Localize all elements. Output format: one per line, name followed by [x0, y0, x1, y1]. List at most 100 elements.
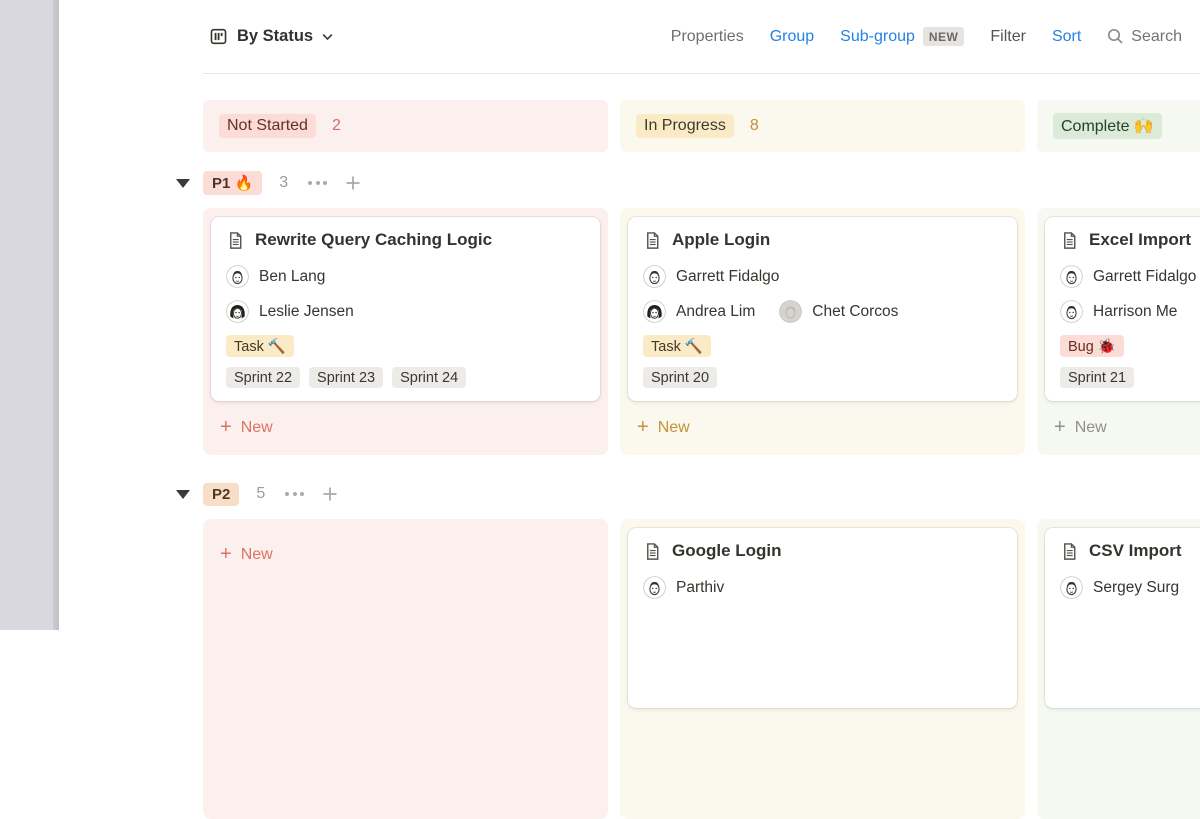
section-p2-complete: CSV Import Sergey Surg [1037, 519, 1200, 819]
filter-button[interactable]: Filter [990, 28, 1026, 46]
assignee-row: Sergey Surg [1060, 576, 1200, 599]
view-title: By Status [237, 27, 313, 46]
status-pill-complete: Complete 🙌 [1053, 113, 1162, 139]
group-p1-sections: Rewrite Query Caching Logic Ben Lang Les… [203, 208, 1200, 455]
section-p2-not-started: + New [203, 519, 608, 819]
board-view-icon [209, 27, 228, 46]
card-apple-login[interactable]: Apple Login Garrett Fidalgo Andrea Lim C… [628, 217, 1017, 401]
collapse-toggle-icon[interactable] [176, 490, 190, 499]
type-tag: Task 🔨 [226, 335, 294, 357]
sprint-tag: Sprint 21 [1060, 367, 1134, 388]
person-name: Sergey Surg [1093, 579, 1179, 597]
page-icon [226, 231, 245, 250]
assignee-row: Andrea Lim Chet Corcos [643, 300, 1002, 323]
person-name: Garrett Fidalgo [676, 268, 779, 286]
search-button[interactable]: Search [1107, 28, 1182, 46]
page-icon [1060, 542, 1079, 561]
person-name: Chet Corcos [812, 303, 898, 321]
chevron-down-icon [322, 33, 333, 41]
view-toolbar: Properties Group Sub-group NEW Filter So… [671, 27, 1182, 46]
avatar [226, 300, 249, 323]
subgroup-button[interactable]: Sub-group [840, 28, 915, 46]
avatar [226, 265, 249, 288]
type-tag: Bug 🐞 [1060, 335, 1124, 357]
page-icon [643, 542, 662, 561]
sidebar-resize-handle[interactable] [53, 0, 59, 630]
view-header: By Status Properties Group Sub-group NEW… [203, 0, 1200, 74]
assignee-row: Leslie Jensen [226, 300, 585, 323]
card-title: Google Login [672, 541, 782, 561]
person-name: Harrison Me [1093, 303, 1177, 321]
assignee-row: Garrett Fidalgo [1060, 265, 1200, 288]
section-p2-in-progress: Google Login Parthiv [620, 519, 1025, 819]
column-headers: Not Started 2 In Progress 8 Complete 🙌 [203, 100, 1200, 152]
group-p2-sections: + New Google Login Parthiv CSV Imp [203, 519, 1200, 819]
page-icon [643, 231, 662, 250]
card-title: CSV Import [1089, 541, 1182, 561]
column-header-in-progress[interactable]: In Progress 8 [620, 100, 1025, 152]
status-pill-in-progress: In Progress [636, 114, 734, 138]
card-google-login[interactable]: Google Login Parthiv [628, 528, 1017, 708]
more-options-icon[interactable] [306, 177, 329, 189]
column-count: 8 [750, 117, 759, 135]
avatar [1060, 300, 1083, 323]
card-title: Excel Import [1089, 230, 1191, 250]
more-options-icon[interactable] [283, 488, 306, 500]
sort-button[interactable]: Sort [1052, 28, 1081, 46]
collapse-toggle-icon[interactable] [176, 179, 190, 188]
add-card-icon[interactable] [321, 485, 339, 503]
person-name: Ben Lang [259, 268, 325, 286]
avatar [643, 265, 666, 288]
person-name: Parthiv [676, 579, 724, 597]
avatar [1060, 265, 1083, 288]
new-card-button[interactable]: + New [211, 401, 600, 455]
card-csv-import[interactable]: CSV Import Sergey Surg [1045, 528, 1200, 708]
page-icon [1060, 231, 1079, 250]
avatar [1060, 576, 1083, 599]
group-button[interactable]: Group [770, 28, 814, 46]
column-header-not-started[interactable]: Not Started 2 [203, 100, 608, 152]
person-name: Andrea Lim [676, 303, 755, 321]
new-card-button[interactable]: + New [1045, 401, 1200, 455]
card-title: Apple Login [672, 230, 770, 250]
new-feature-badge: NEW [923, 27, 965, 46]
search-label: Search [1131, 28, 1182, 46]
section-p1-in-progress: Apple Login Garrett Fidalgo Andrea Lim C… [620, 208, 1025, 455]
type-tag: Task 🔨 [643, 335, 711, 357]
group-row-p1: P1 🔥 3 [176, 166, 1200, 200]
group-row-p2: P2 5 [176, 477, 1200, 511]
section-p1-complete: Excel Import Garrett Fidalgo Harrison Me… [1037, 208, 1200, 455]
sprint-tag: Sprint 20 [643, 367, 717, 388]
card-rewrite-query-caching-logic[interactable]: Rewrite Query Caching Logic Ben Lang Les… [211, 217, 600, 401]
view-switcher[interactable]: By Status [209, 27, 333, 46]
assignee-row: Garrett Fidalgo [643, 265, 1002, 288]
card-title: Rewrite Query Caching Logic [255, 230, 492, 250]
add-card-icon[interactable] [344, 174, 362, 192]
new-card-button[interactable]: + New [211, 528, 600, 582]
board-view: By Status Properties Group Sub-group NEW… [203, 0, 1200, 819]
card-excel-import[interactable]: Excel Import Garrett Fidalgo Harrison Me… [1045, 217, 1200, 401]
sprint-tag: Sprint 22 [226, 367, 300, 388]
group-pill-p1[interactable]: P1 🔥 [203, 171, 262, 195]
group-count: 3 [279, 174, 288, 192]
person-name: Leslie Jensen [259, 303, 354, 321]
section-p1-not-started: Rewrite Query Caching Logic Ben Lang Les… [203, 208, 608, 455]
sprint-tag: Sprint 24 [392, 367, 466, 388]
group-count: 5 [256, 485, 265, 503]
properties-button[interactable]: Properties [671, 28, 744, 46]
assignee-row: Ben Lang [226, 265, 585, 288]
assignee-row: Parthiv [643, 576, 1002, 599]
group-pill-p2[interactable]: P2 [203, 483, 239, 506]
plus-icon: + [220, 417, 232, 437]
sprint-tag: Sprint 23 [309, 367, 383, 388]
avatar [643, 300, 666, 323]
status-pill-not-started: Not Started [219, 114, 316, 138]
assignee-row: Harrison Me [1060, 300, 1200, 323]
column-header-complete[interactable]: Complete 🙌 [1037, 100, 1200, 152]
new-card-button[interactable]: + New [628, 401, 1017, 455]
column-count: 2 [332, 117, 341, 135]
search-icon [1107, 28, 1124, 45]
person-name: Garrett Fidalgo [1093, 268, 1196, 286]
sidebar-edge [0, 0, 53, 630]
plus-icon: + [1054, 417, 1066, 437]
